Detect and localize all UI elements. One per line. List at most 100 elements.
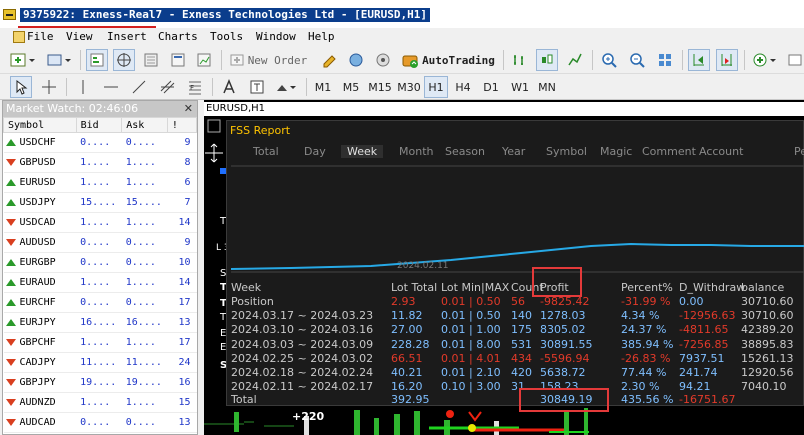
app-icon[interactable]: [3, 9, 16, 20]
market-watch-row[interactable]: AUDNZD 1.... 1.... 15: [3, 392, 197, 413]
fibonacci-tool[interactable]: F: [184, 76, 206, 98]
menu-file[interactable]: File: [13, 30, 54, 43]
terminal-button[interactable]: [167, 49, 189, 71]
market-watch-row[interactable]: GBPCHF 1.... 1.... 17: [3, 332, 197, 353]
symbol-cell[interactable]: USDCHF: [3, 132, 77, 153]
symbol-cell[interactable]: CADJPY: [3, 352, 77, 373]
tf-m5[interactable]: M5: [339, 76, 363, 98]
fss-report-window[interactable]: FSS Report Total Day Week Month Season Y…: [226, 120, 804, 406]
indicators-button[interactable]: [750, 49, 780, 71]
col-ask[interactable]: Ask: [121, 117, 168, 133]
tab-season[interactable]: Season: [445, 145, 485, 158]
symbol-cell[interactable]: EURJPY: [3, 312, 77, 333]
symbol-cell[interactable]: EURCHF: [3, 292, 77, 313]
new-chart-button[interactable]: [8, 49, 38, 71]
tab-month[interactable]: Month: [399, 145, 433, 158]
market-watch-row[interactable]: EURAUD 1.... 1.... 14: [3, 272, 197, 293]
tf-w1[interactable]: W1: [508, 76, 532, 98]
symbol-cell[interactable]: AUDCAD: [3, 412, 77, 433]
market-watch-row[interactable]: EURJPY 16.... 16.... 13: [3, 312, 197, 333]
menu-window[interactable]: Window: [256, 30, 296, 43]
strategy-tester-button[interactable]: [193, 49, 215, 71]
trendline-tool[interactable]: [128, 76, 150, 98]
tf-h4[interactable]: H4: [451, 76, 475, 98]
autoscroll-button[interactable]: [688, 49, 710, 71]
market-watch-row[interactable]: EURUSD 1.... 1.... 6: [3, 172, 197, 193]
col-symbol[interactable]: Symbol: [3, 117, 77, 133]
channel-tool[interactable]: [156, 76, 178, 98]
tab-magic[interactable]: Magic: [600, 145, 632, 158]
market-watch-row[interactable]: USDJPY 15.... 15.... 7: [3, 192, 197, 213]
symbol-cell[interactable]: GBPCHF: [3, 332, 77, 353]
data-window-button[interactable]: [140, 49, 162, 71]
tab-week[interactable]: Week: [341, 145, 384, 158]
tab-symbol[interactable]: Symbol: [546, 145, 587, 158]
navigator-toggle[interactable]: [113, 49, 135, 71]
market-button[interactable]: [372, 49, 394, 71]
symbol-cell[interactable]: USDJPY: [3, 192, 77, 213]
market-watch-row[interactable]: GBPUSD 1.... 1.... 8: [3, 152, 197, 173]
symbol-cell[interactable]: EURAUD: [3, 272, 77, 293]
text-label-tool[interactable]: [246, 76, 268, 98]
tf-m30[interactable]: M30: [395, 76, 423, 98]
col-bid[interactable]: Bid: [75, 117, 123, 133]
candlestick-button[interactable]: [536, 49, 558, 71]
market-watch-row[interactable]: CADJPY 11.... 11.... 24: [3, 352, 197, 373]
bar-chart-button[interactable]: [508, 49, 530, 71]
line-chart-button[interactable]: [564, 49, 586, 71]
menu-charts[interactable]: Charts: [158, 30, 198, 43]
menu-help[interactable]: Help: [308, 30, 335, 43]
tab-period[interactable]: Pe: [794, 145, 804, 158]
cursor-tool[interactable]: [10, 76, 32, 98]
symbol-cell[interactable]: USDCAD: [3, 212, 77, 233]
crosshair-tool[interactable]: [38, 76, 60, 98]
tab-day[interactable]: Day: [304, 145, 326, 158]
report-row: 2024.02.11 ~ 2024.02.17 16.20 0.10 | 3.00 3…: [227, 380, 804, 393]
tf-m1[interactable]: M1: [311, 76, 335, 98]
vertical-line-tool[interactable]: [72, 76, 94, 98]
market-watch-row[interactable]: AUDCAD 0.... 0.... 13: [3, 412, 197, 433]
tf-mn[interactable]: MN: [535, 76, 559, 98]
tf-m15[interactable]: M15: [366, 76, 394, 98]
new-chart-icon: [10, 53, 35, 67]
symbol-cell[interactable]: GBPUSD: [3, 152, 77, 173]
market-watch-row[interactable]: GBPJPY 19.... 19.... 16: [3, 372, 197, 393]
bid-cell: 1....: [76, 172, 122, 193]
market-watch-row[interactable]: AUDUSD 0.... 0.... 9: [3, 232, 197, 253]
metaeditor-button[interactable]: [318, 49, 340, 71]
market-watch-row[interactable]: USDCHF 0.... 0.... 9: [3, 132, 197, 153]
zoom-out-button[interactable]: [626, 49, 648, 71]
horizontal-line-tool[interactable]: [100, 76, 122, 98]
close-icon[interactable]: ✕: [184, 101, 193, 117]
symbol-cell[interactable]: GBPJPY: [3, 372, 77, 393]
col-spread[interactable]: !: [166, 117, 198, 133]
menu-tools[interactable]: Tools: [210, 30, 243, 43]
tab-year[interactable]: Year: [502, 145, 525, 158]
tab-account[interactable]: Account: [699, 145, 743, 158]
autotrading-button[interactable]: AutoTrading: [400, 49, 496, 71]
templates-button[interactable]: [786, 49, 804, 71]
text-tool[interactable]: [218, 76, 240, 98]
menu-view[interactable]: View: [66, 30, 93, 43]
market-watch-row[interactable]: USDCAD 1.... 1.... 14: [3, 212, 197, 233]
market-watch-row[interactable]: EURCHF 0.... 0.... 17: [3, 292, 197, 313]
tab-total[interactable]: Total: [253, 145, 279, 158]
chart-shift-button[interactable]: [716, 49, 738, 71]
templates-icon: [788, 54, 802, 66]
tf-d1[interactable]: D1: [479, 76, 503, 98]
zoom-in-button[interactable]: [598, 49, 620, 71]
profiles-button[interactable]: [44, 49, 74, 71]
new-order-button[interactable]: New Order: [226, 49, 310, 71]
market-watch-row[interactable]: EURGBP 0.... 0.... 10: [3, 252, 197, 273]
market-watch-toggle[interactable]: [86, 49, 108, 71]
tab-comment[interactable]: Comment: [642, 145, 696, 158]
menu-insert[interactable]: Insert: [107, 30, 147, 43]
symbol-cell[interactable]: AUDUSD: [3, 232, 77, 253]
arrows-tool[interactable]: [272, 76, 300, 98]
symbol-cell[interactable]: EURUSD: [3, 172, 77, 193]
symbol-cell[interactable]: EURGBP: [3, 252, 77, 273]
signals-button[interactable]: [345, 49, 367, 71]
tile-windows-button[interactable]: [654, 49, 676, 71]
symbol-cell[interactable]: AUDNZD: [3, 392, 77, 413]
tf-h1[interactable]: H1: [424, 76, 448, 98]
